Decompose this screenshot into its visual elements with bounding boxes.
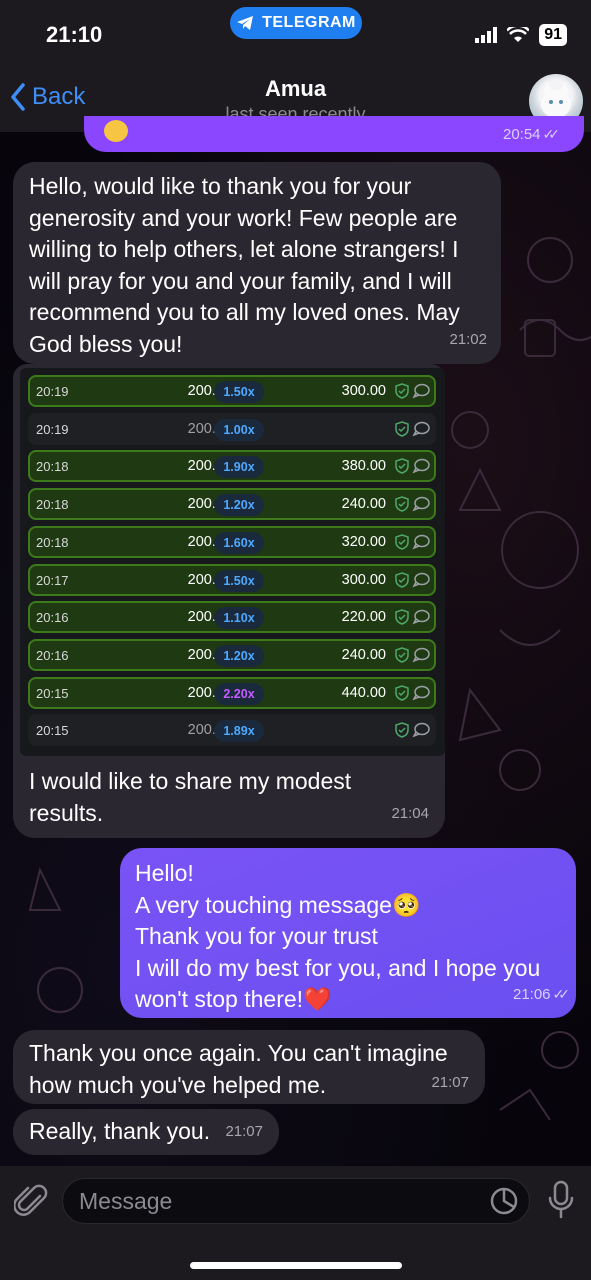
bet-win: 240.00 xyxy=(341,646,386,663)
chat-bubble-icon xyxy=(412,685,430,701)
message-line: Hello! xyxy=(135,860,194,886)
bet-row: 20:19 200.00 1.50x 300.00 xyxy=(28,375,436,407)
bet-time: 20:16 xyxy=(36,610,69,626)
bet-row: 20:18 200.00 1.90x 380.00 xyxy=(28,450,436,483)
photo-caption: I would like to share my modest results. xyxy=(29,768,352,826)
battery-indicator: 91 xyxy=(539,24,567,46)
bet-row: 20:15 200.00 2.20x 440.00 xyxy=(28,676,436,709)
chat-bubble-icon xyxy=(412,723,430,738)
telegram-pill-label: TELEGRAM xyxy=(262,14,356,31)
message-time: 21:06 xyxy=(512,985,551,1003)
attach-icon[interactable] xyxy=(14,1182,48,1220)
message-time: 21:07 xyxy=(225,1122,263,1140)
sticker-icon[interactable] xyxy=(490,1187,518,1215)
bet-multiplier: 1.90x xyxy=(214,456,264,479)
fair-check-icon xyxy=(395,684,409,701)
fair-check-icon xyxy=(395,609,409,625)
fair-check-icon xyxy=(395,722,409,739)
chat-bubble-icon xyxy=(412,647,430,663)
bet-win: 320.00 xyxy=(341,533,386,550)
message-input[interactable] xyxy=(62,1178,530,1224)
fair-check-icon xyxy=(395,647,409,663)
outgoing-message-partial[interactable]: 20:54 ✓✓ xyxy=(84,116,584,152)
bet-row: 20:18 200.00 1.60x 320.00 xyxy=(28,525,436,558)
bet-multiplier: 1.00x xyxy=(214,418,264,441)
bet-multiplier: 1.20x xyxy=(214,644,264,667)
chat-bubble-icon xyxy=(412,421,430,437)
message-text: Really, thank you. xyxy=(29,1118,211,1144)
bet-multiplier: 1.20x xyxy=(214,494,264,517)
chat-bubble-icon xyxy=(412,572,430,587)
bet-row: 20:16 200.00 1.10x 220.00 xyxy=(28,601,436,634)
bet-time: 20:19 xyxy=(36,421,69,437)
chat-bubble-icon xyxy=(412,534,430,550)
bet-multiplier: 2.20x xyxy=(214,682,264,705)
home-indicator xyxy=(190,1262,402,1269)
contact-name[interactable]: Amua xyxy=(0,76,591,102)
bet-time: 20:15 xyxy=(36,685,69,701)
incoming-message[interactable]: Hello, would like to thank you for your … xyxy=(13,162,501,364)
bet-win: 380.00 xyxy=(341,458,386,475)
bet-row: 20:18 200.00 1.20x 240.00 xyxy=(28,488,436,521)
bet-row: 20:19 200.00 1.00x xyxy=(28,412,436,445)
fair-check-icon xyxy=(395,496,409,512)
bet-time: 20:15 xyxy=(36,723,69,739)
bet-multiplier: 1.10x xyxy=(214,607,264,630)
message-line: A very touching message🥺 xyxy=(135,891,421,918)
message-time: 21:07 xyxy=(431,1073,469,1091)
bet-time: 20:19 xyxy=(36,384,69,399)
bet-time: 20:18 xyxy=(36,534,69,550)
message-time: 20:54 xyxy=(502,126,541,143)
chat-bubble-icon xyxy=(412,383,430,399)
bet-time: 20:16 xyxy=(36,647,69,663)
bet-multiplier: 1.50x xyxy=(214,569,264,592)
bet-win: 300.00 xyxy=(341,571,386,588)
cellular-signal-icon xyxy=(475,27,498,43)
bet-win: 240.00 xyxy=(341,496,386,513)
emoji-icon xyxy=(104,120,128,142)
status-time: 21:10 xyxy=(46,22,103,47)
message-text: Hello, would like to thank you for your … xyxy=(29,173,460,357)
telegram-icon xyxy=(237,16,254,30)
incoming-message[interactable]: Thank you once again. You can't imagine … xyxy=(13,1030,485,1104)
fair-check-icon xyxy=(395,534,409,550)
bet-history-screenshot[interactable]: 20:19 200.00 1.50x 300.00 20:19 200.00 1.00x 20… xyxy=(20,368,445,756)
telegram-pill[interactable]: TELEGRAM xyxy=(230,7,362,39)
chat-bubble-icon xyxy=(412,496,430,512)
bet-row: 20:16 200.00 1.20x 240.00 xyxy=(28,638,436,671)
bet-time: 20:17 xyxy=(36,572,69,588)
outgoing-message[interactable]: Hello! A very touching message🥺 Thank yo… xyxy=(120,848,576,1018)
bet-time: 20:18 xyxy=(36,459,69,475)
bet-multiplier: 1.50x xyxy=(214,381,264,403)
chat-header: 21:10 TELEGRAM 91 Back Amua last seen re… xyxy=(0,0,591,132)
bet-row: 20:17 200.00 1.50x 300.00 xyxy=(28,563,436,596)
message-line: I will do my best for you, and I hope yo… xyxy=(135,954,541,1013)
fair-check-icon xyxy=(395,383,409,399)
bet-row: 20:15 200.00 1.89x xyxy=(28,714,436,747)
message-text: Thank you once again. You can't imagine … xyxy=(29,1040,448,1098)
read-ticks-icon: ✓✓ xyxy=(542,126,561,142)
incoming-message[interactable]: Really, thank you. 21:07 xyxy=(13,1109,279,1155)
bet-win: 220.00 xyxy=(341,609,386,626)
chat-bubble-icon xyxy=(412,609,430,625)
bet-time: 20:18 xyxy=(36,497,69,513)
message-time: 21:04 xyxy=(391,804,429,822)
fair-check-icon xyxy=(395,420,409,437)
chat-bubble-icon xyxy=(412,459,430,474)
bet-multiplier: 1.60x xyxy=(214,531,264,554)
read-ticks-icon: ✓✓ xyxy=(552,985,571,1002)
bet-win: 300.00 xyxy=(341,383,386,399)
fair-check-icon xyxy=(395,571,409,588)
status-icons: 91 xyxy=(475,24,567,46)
message-line: Thank you for your trust xyxy=(135,923,378,949)
wifi-icon xyxy=(507,27,530,42)
microphone-icon[interactable] xyxy=(548,1180,574,1220)
fair-check-icon xyxy=(395,458,409,475)
bet-multiplier: 1.89x xyxy=(214,720,264,743)
message-input-bar xyxy=(0,1166,591,1280)
bet-win: 440.00 xyxy=(341,684,386,701)
message-time: 21:02 xyxy=(449,330,487,348)
